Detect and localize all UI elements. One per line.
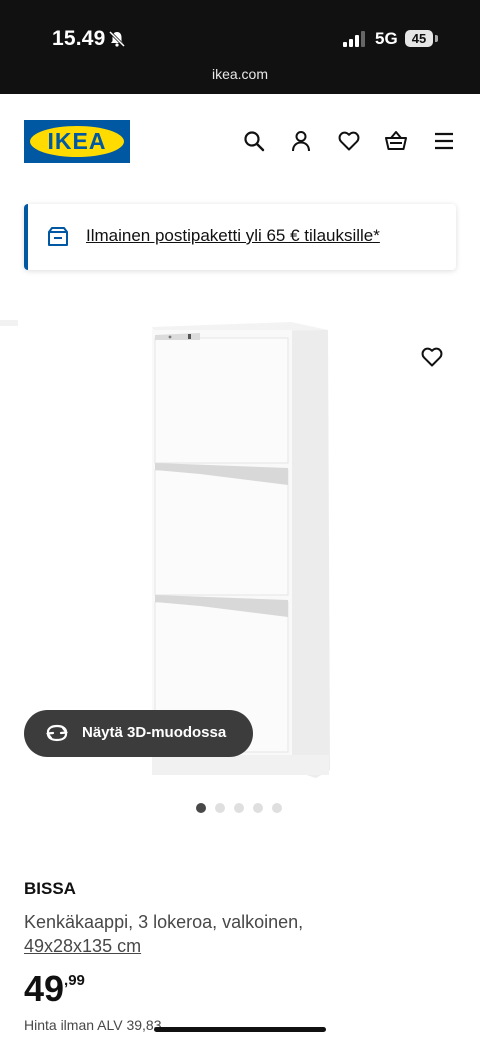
search-icon[interactable] [242, 129, 266, 153]
price-integer: 49 [24, 968, 65, 1009]
banner-accent [24, 204, 28, 270]
rotate-3d-icon [46, 724, 68, 742]
cart-icon[interactable] [384, 129, 408, 153]
price-decimal: ,99 [64, 972, 85, 989]
url-label[interactable]: ikea.com [0, 66, 480, 82]
product-size-link[interactable]: 49x28x135 cm [24, 936, 141, 957]
battery-tip [435, 35, 438, 42]
network-label: 5G [375, 29, 398, 48]
carousel-dot[interactable] [253, 803, 263, 813]
status-bar: 15.49 5G 45 ikea.com [0, 0, 480, 94]
delivery-icon [48, 227, 68, 246]
carousel-dots[interactable] [196, 803, 282, 813]
home-indicator[interactable] [154, 1027, 326, 1032]
account-icon[interactable] [289, 129, 313, 153]
carousel-dot[interactable] [234, 803, 244, 813]
signal-icon [343, 31, 365, 47]
product-name: BISSA [24, 879, 76, 898]
status-time: 15.49 [52, 27, 106, 50]
view-3d-button[interactable]: Näytä 3D-muodossa [24, 710, 253, 757]
carousel-dot[interactable] [215, 803, 225, 813]
ikea-logo[interactable]: IKEA [24, 120, 130, 163]
product-wishlist-icon[interactable] [420, 345, 444, 369]
product-price: 49,99 [24, 968, 85, 1010]
bell-muted-icon [108, 30, 126, 48]
view-3d-label: Näytä 3D-muodossa [82, 724, 227, 741]
menu-icon[interactable] [432, 129, 456, 153]
product-description: Kenkäkaappi, 3 lokeroa, valkoinen, [24, 912, 304, 932]
logo-oval: IKEA [30, 126, 124, 157]
carousel-dot[interactable] [196, 803, 206, 813]
price-excl-vat: Hinta ilman ALV 39,83 [24, 1017, 162, 1033]
logo-text: IKEA [47, 128, 107, 154]
free-shipping-banner[interactable]: Ilmainen postipaketti yli 65 € tilauksil… [24, 204, 456, 270]
wishlist-icon[interactable] [337, 129, 361, 153]
banner-link[interactable]: Ilmainen postipaketti yli 65 € tilauksil… [86, 226, 380, 246]
battery-indicator: 45 [405, 30, 433, 47]
carousel-dot[interactable] [272, 803, 282, 813]
